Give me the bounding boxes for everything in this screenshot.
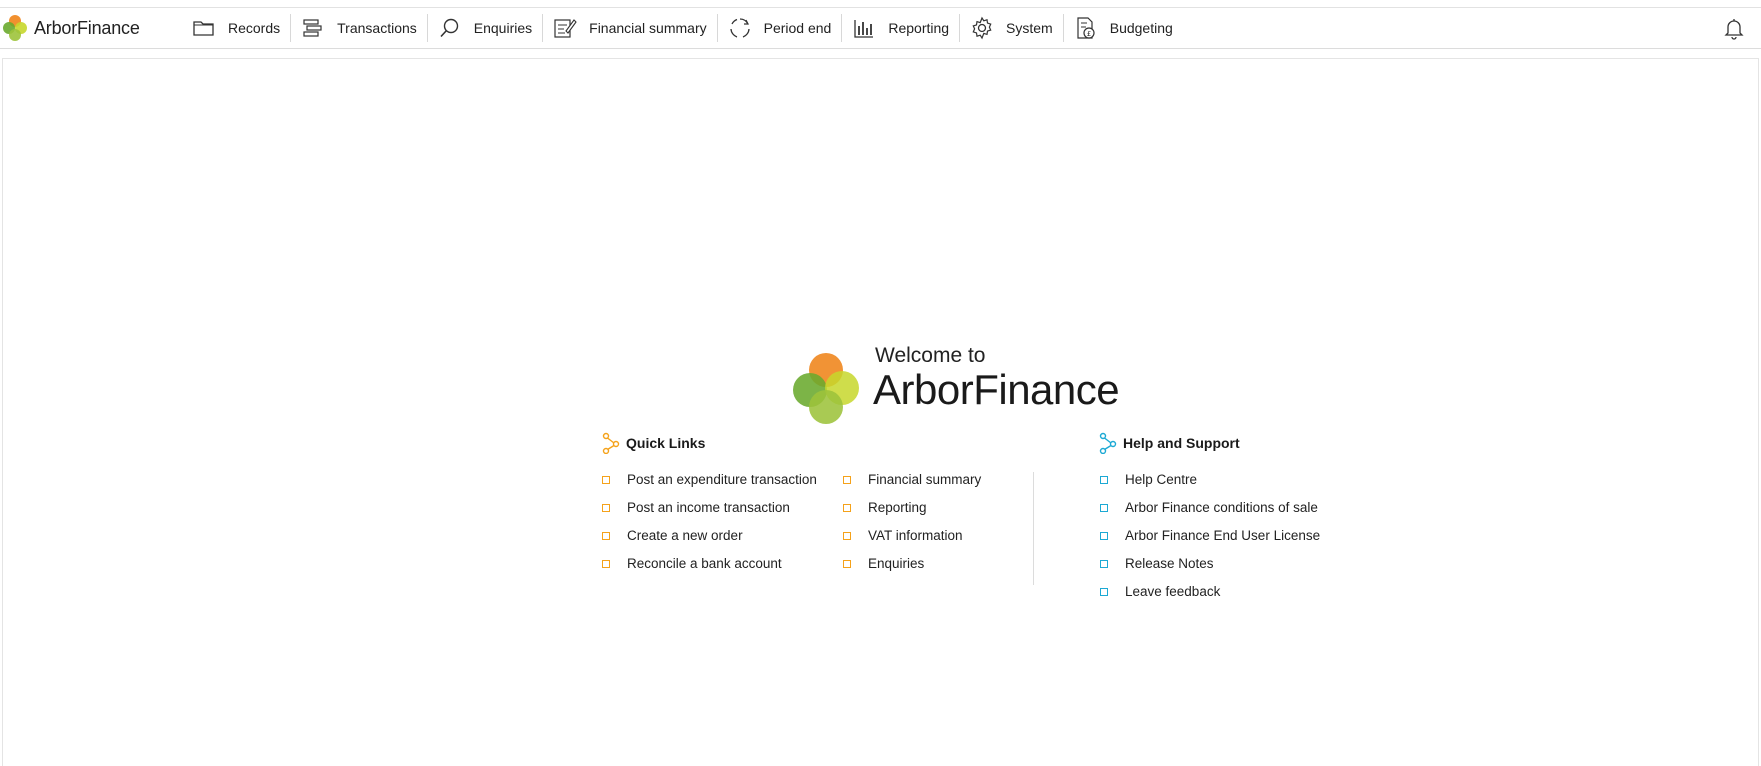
help-link-label: Leave feedback: [1125, 584, 1221, 599]
brand-logo[interactable]: ArborFinance: [2, 12, 140, 44]
quick-links-title-text: Quick Links: [626, 435, 706, 451]
bullet-square-icon: [602, 531, 610, 540]
bullet-square-icon: [602, 503, 610, 512]
nav-enquiries[interactable]: Enquiries: [428, 8, 542, 48]
help-link-label: Arbor Finance conditions of sale: [1125, 500, 1318, 515]
nav-period-end[interactable]: Period end: [718, 8, 842, 48]
help-link-help-centre[interactable]: Help Centre: [1100, 472, 1197, 487]
nav-records-label: Records: [228, 20, 281, 36]
bullet-square-icon: [1100, 475, 1108, 484]
bullet-square-icon: [843, 503, 851, 512]
main-menu: Records Transactions Enquiries Financial…: [182, 8, 1183, 48]
bullet-square-icon: [843, 559, 851, 568]
nav-financial-summary-label: Financial summary: [589, 20, 707, 36]
refresh-icon: [728, 16, 752, 40]
notifications-button[interactable]: [1722, 16, 1746, 40]
nav-transactions[interactable]: Transactions: [291, 8, 427, 48]
welcome-banner: Welcome to ArborFinance: [790, 344, 1120, 430]
quick-link-post-income[interactable]: Post an income transaction: [602, 500, 790, 515]
help-link-label: Release Notes: [1125, 556, 1214, 571]
nav-budgeting-label: Budgeting: [1109, 20, 1173, 36]
quick-link-label: Create a new order: [627, 528, 743, 543]
help-support-title-text: Help and Support: [1123, 435, 1240, 451]
transactions-icon: [301, 16, 325, 40]
nav-system-label: System: [1006, 20, 1053, 36]
budget-document-icon: £: [1074, 16, 1098, 40]
nav-financial-summary[interactable]: Financial summary: [543, 8, 716, 48]
help-link-leave-feedback[interactable]: Leave feedback: [1100, 584, 1220, 599]
bar-chart-icon: [852, 16, 876, 40]
branch-icon: [1099, 432, 1117, 454]
quick-link-post-expenditure[interactable]: Post an expenditure transaction: [602, 472, 817, 487]
top-navigation-bar: ArborFinance Records Transactions Enquir…: [0, 8, 1761, 49]
help-link-label: Arbor Finance End User License: [1125, 528, 1321, 543]
help-support-title: Help and Support: [1098, 432, 1240, 454]
arbor-logo-large-icon: [793, 353, 859, 424]
quick-link-enquiries[interactable]: Enquiries: [843, 556, 924, 571]
quick-link-create-order[interactable]: Create a new order: [602, 528, 743, 543]
quick-link-label: Enquiries: [868, 556, 925, 571]
quick-link-label: Reconcile a bank account: [627, 556, 782, 571]
welcome-brand-name: ArborFinance: [873, 366, 1120, 413]
help-link-conditions-of-sale[interactable]: Arbor Finance conditions of sale: [1100, 500, 1318, 515]
quick-link-label: Post an expenditure transaction: [627, 472, 817, 487]
nav-records[interactable]: Records: [182, 8, 290, 48]
quick-link-vat-information[interactable]: VAT information: [843, 528, 963, 543]
brand-name: ArborFinance: [34, 17, 140, 38]
nav-period-end-label: Period end: [763, 20, 832, 36]
welcome-text: Welcome to: [875, 344, 986, 367]
nav-budgeting[interactable]: £ Budgeting: [1064, 8, 1183, 48]
nav-reporting-label: Reporting: [888, 20, 950, 36]
nav-transactions-label: Transactions: [337, 20, 417, 36]
help-link-eula[interactable]: Arbor Finance End User License: [1100, 528, 1320, 543]
nav-enquiries-label: Enquiries: [473, 20, 533, 36]
bullet-square-icon: [1100, 587, 1108, 596]
svg-text:£: £: [1087, 30, 1091, 38]
gear-icon: [970, 16, 994, 40]
nav-reporting[interactable]: Reporting: [842, 8, 959, 48]
search-icon: [438, 16, 462, 40]
branch-icon: [602, 432, 620, 454]
bell-icon: [1724, 19, 1744, 40]
summary-icon: [553, 16, 577, 40]
quick-links-title: Quick Links: [601, 432, 705, 454]
quick-link-label: Financial summary: [868, 472, 982, 487]
quick-link-label: Reporting: [868, 500, 927, 515]
arbor-logo-icon: [3, 15, 27, 41]
help-link-label: Help Centre: [1125, 472, 1198, 487]
section-divider: [1033, 472, 1034, 585]
quick-link-reporting[interactable]: Reporting: [843, 500, 927, 515]
bullet-square-icon: [1100, 531, 1108, 540]
bullet-square-icon: [843, 475, 851, 484]
help-link-release-notes[interactable]: Release Notes: [1100, 556, 1214, 571]
bullet-square-icon: [1100, 559, 1108, 568]
bullet-square-icon: [602, 559, 610, 568]
quick-link-label: Post an income transaction: [627, 500, 790, 515]
folder-icon: [192, 16, 216, 40]
bullet-square-icon: [602, 475, 610, 484]
quick-link-label: VAT information: [868, 528, 963, 543]
quick-link-financial-summary[interactable]: Financial summary: [843, 472, 981, 487]
bullet-square-icon: [843, 531, 851, 540]
bullet-square-icon: [1100, 503, 1108, 512]
nav-system[interactable]: System: [960, 8, 1063, 48]
quick-link-reconcile-bank[interactable]: Reconcile a bank account: [602, 556, 782, 571]
